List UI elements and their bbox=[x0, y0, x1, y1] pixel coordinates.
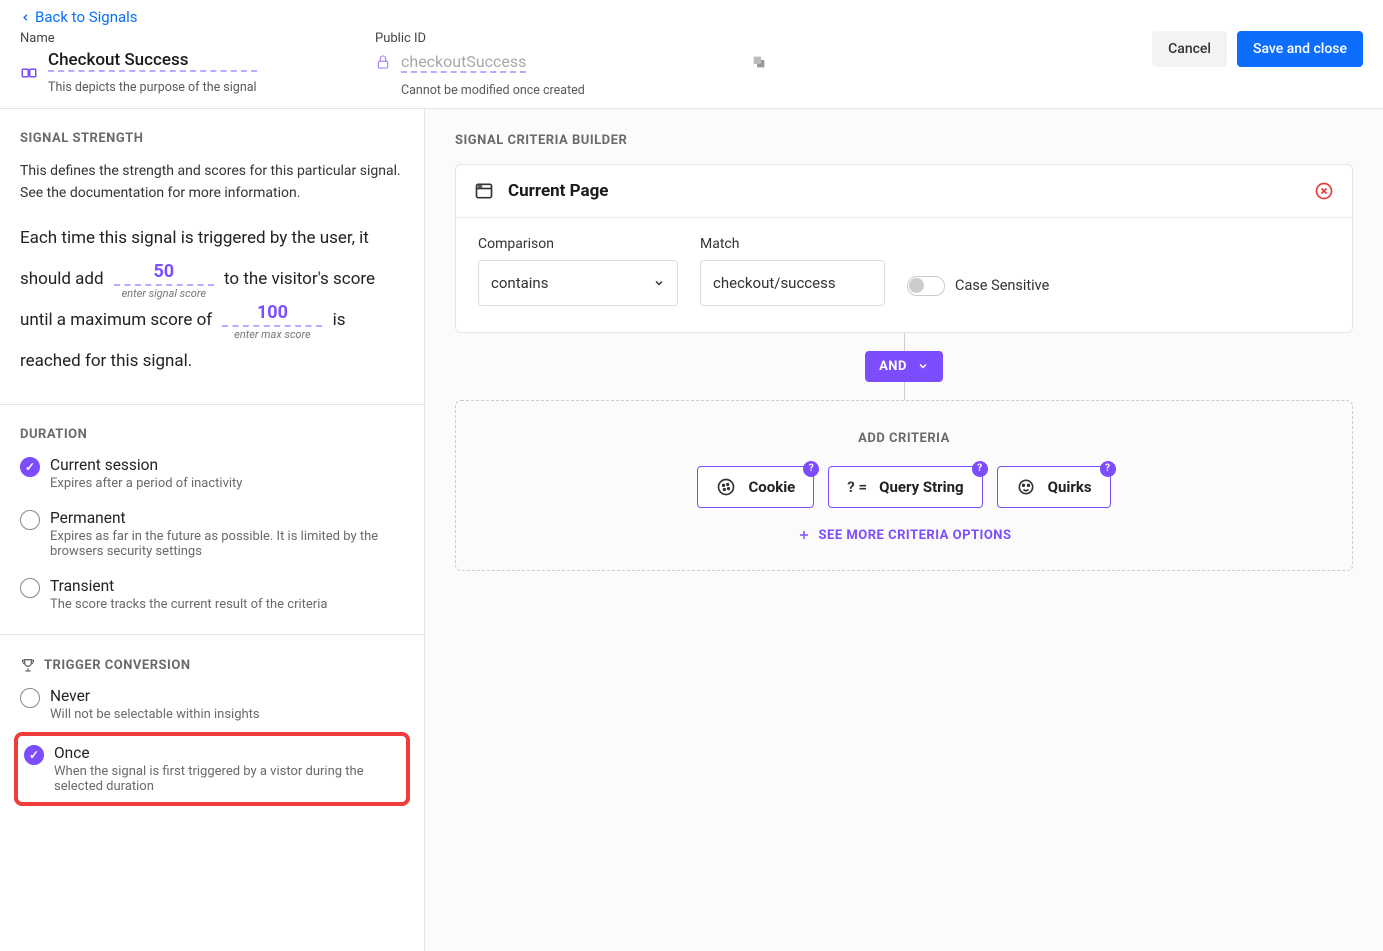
duration-option-permanent[interactable]: Permanent Expires as far in the future a… bbox=[20, 509, 404, 559]
see-more-criteria-link[interactable]: SEE MORE CRITERIA OPTIONS bbox=[797, 528, 1012, 543]
trophy-icon bbox=[20, 657, 36, 673]
copy-icon[interactable] bbox=[751, 54, 767, 70]
content-area: SIGNAL CRITERIA BUILDER Current Page Com… bbox=[425, 109, 1383, 951]
add-quirks-button[interactable]: Quirks ? bbox=[997, 466, 1111, 508]
radio-sublabel: When the signal is first triggered by a … bbox=[54, 764, 400, 794]
radio-selected-icon bbox=[20, 457, 40, 477]
duration-title: DURATION bbox=[20, 427, 404, 442]
cancel-button[interactable]: Cancel bbox=[1152, 31, 1227, 67]
radio-label: Current session bbox=[50, 456, 242, 474]
criteria-card: Current Page Comparison contains Match bbox=[455, 164, 1353, 333]
query-string-icon: ? = bbox=[847, 478, 867, 496]
trigger-option-never[interactable]: Never Will not be selectable within insi… bbox=[20, 687, 404, 722]
header: Back to Signals Name Checkout Success Th… bbox=[0, 0, 1383, 109]
help-icon[interactable]: ? bbox=[972, 461, 988, 477]
connector-line bbox=[904, 333, 905, 351]
chevron-down-icon bbox=[653, 277, 665, 289]
duration-option-transient[interactable]: Transient The score tracks the current r… bbox=[20, 577, 404, 612]
radio-unselected-icon bbox=[20, 688, 40, 708]
help-icon[interactable]: ? bbox=[803, 461, 819, 477]
radio-label: Transient bbox=[50, 577, 327, 595]
radio-sublabel: Will not be selectable within insights bbox=[50, 707, 260, 722]
plus-icon bbox=[797, 528, 811, 542]
signal-strength-desc: This defines the strength and scores for… bbox=[20, 160, 404, 205]
lock-icon bbox=[375, 54, 391, 70]
match-label: Match bbox=[700, 236, 885, 252]
back-to-signals-link[interactable]: Back to Signals bbox=[20, 8, 138, 26]
trigger-conversion-title: TRIGGER CONVERSION bbox=[20, 657, 404, 673]
radio-label: Once bbox=[54, 744, 400, 762]
max-score-input[interactable] bbox=[222, 300, 322, 327]
signal-strength-title: SIGNAL STRENGTH bbox=[20, 131, 404, 146]
radio-label: Permanent bbox=[50, 509, 404, 527]
cookie-icon bbox=[716, 477, 736, 497]
radio-unselected-icon bbox=[20, 510, 40, 530]
comparison-select[interactable]: contains bbox=[478, 260, 678, 306]
signal-name-input[interactable]: Checkout Success bbox=[48, 50, 257, 72]
and-operator-button[interactable]: AND bbox=[865, 351, 943, 382]
signal-icon bbox=[20, 64, 38, 82]
radio-sublabel: The score tracks the current result of t… bbox=[50, 597, 327, 612]
save-and-close-button[interactable]: Save and close bbox=[1237, 31, 1363, 67]
chevron-down-icon bbox=[917, 360, 929, 372]
trigger-once-highlight: Once When the signal is first triggered … bbox=[14, 732, 410, 806]
duration-option-current-session[interactable]: Current session Expires after a period o… bbox=[20, 456, 404, 491]
publicid-helper-text: Cannot be modified once created bbox=[401, 83, 775, 98]
case-sensitive-toggle[interactable] bbox=[907, 276, 945, 296]
signal-score-input[interactable] bbox=[114, 259, 214, 286]
remove-criteria-icon[interactable] bbox=[1314, 181, 1334, 201]
publicid-value: checkoutSuccess bbox=[401, 52, 526, 73]
add-criteria-panel: ADD CRITERIA Cookie ? ? = Query String ?… bbox=[455, 400, 1353, 572]
criteria-builder-title: SIGNAL CRITERIA BUILDER bbox=[455, 133, 1353, 148]
name-label: Name bbox=[20, 31, 375, 46]
radio-label: Never bbox=[50, 687, 260, 705]
help-icon[interactable]: ? bbox=[1100, 461, 1116, 477]
signal-strength-body: Each time this signal is triggered by th… bbox=[20, 218, 404, 382]
name-helper-text: This depicts the purpose of the signal bbox=[48, 80, 257, 95]
radio-sublabel: Expires as far in the future as possible… bbox=[50, 529, 404, 559]
add-query-string-button[interactable]: ? = Query String ? bbox=[828, 466, 982, 508]
signal-score-hint: enter signal score bbox=[122, 288, 206, 300]
radio-unselected-icon bbox=[20, 578, 40, 598]
connector-line bbox=[904, 382, 905, 400]
quirks-icon bbox=[1016, 477, 1036, 497]
case-sensitive-label: Case Sensitive bbox=[955, 277, 1049, 294]
add-criteria-title: ADD CRITERIA bbox=[476, 431, 1332, 446]
match-input[interactable] bbox=[700, 260, 885, 306]
max-score-hint: enter max score bbox=[234, 329, 311, 341]
radio-sublabel: Expires after a period of inactivity bbox=[50, 476, 242, 491]
page-icon bbox=[474, 181, 494, 201]
trigger-option-once[interactable]: Once When the signal is first triggered … bbox=[24, 744, 400, 794]
add-cookie-button[interactable]: Cookie ? bbox=[697, 466, 814, 508]
sidebar: SIGNAL STRENGTH This defines the strengt… bbox=[0, 109, 425, 951]
radio-selected-icon bbox=[24, 745, 44, 765]
publicid-label: Public ID bbox=[375, 31, 775, 46]
criteria-card-title: Current Page bbox=[508, 181, 608, 201]
comparison-label: Comparison bbox=[478, 236, 678, 252]
